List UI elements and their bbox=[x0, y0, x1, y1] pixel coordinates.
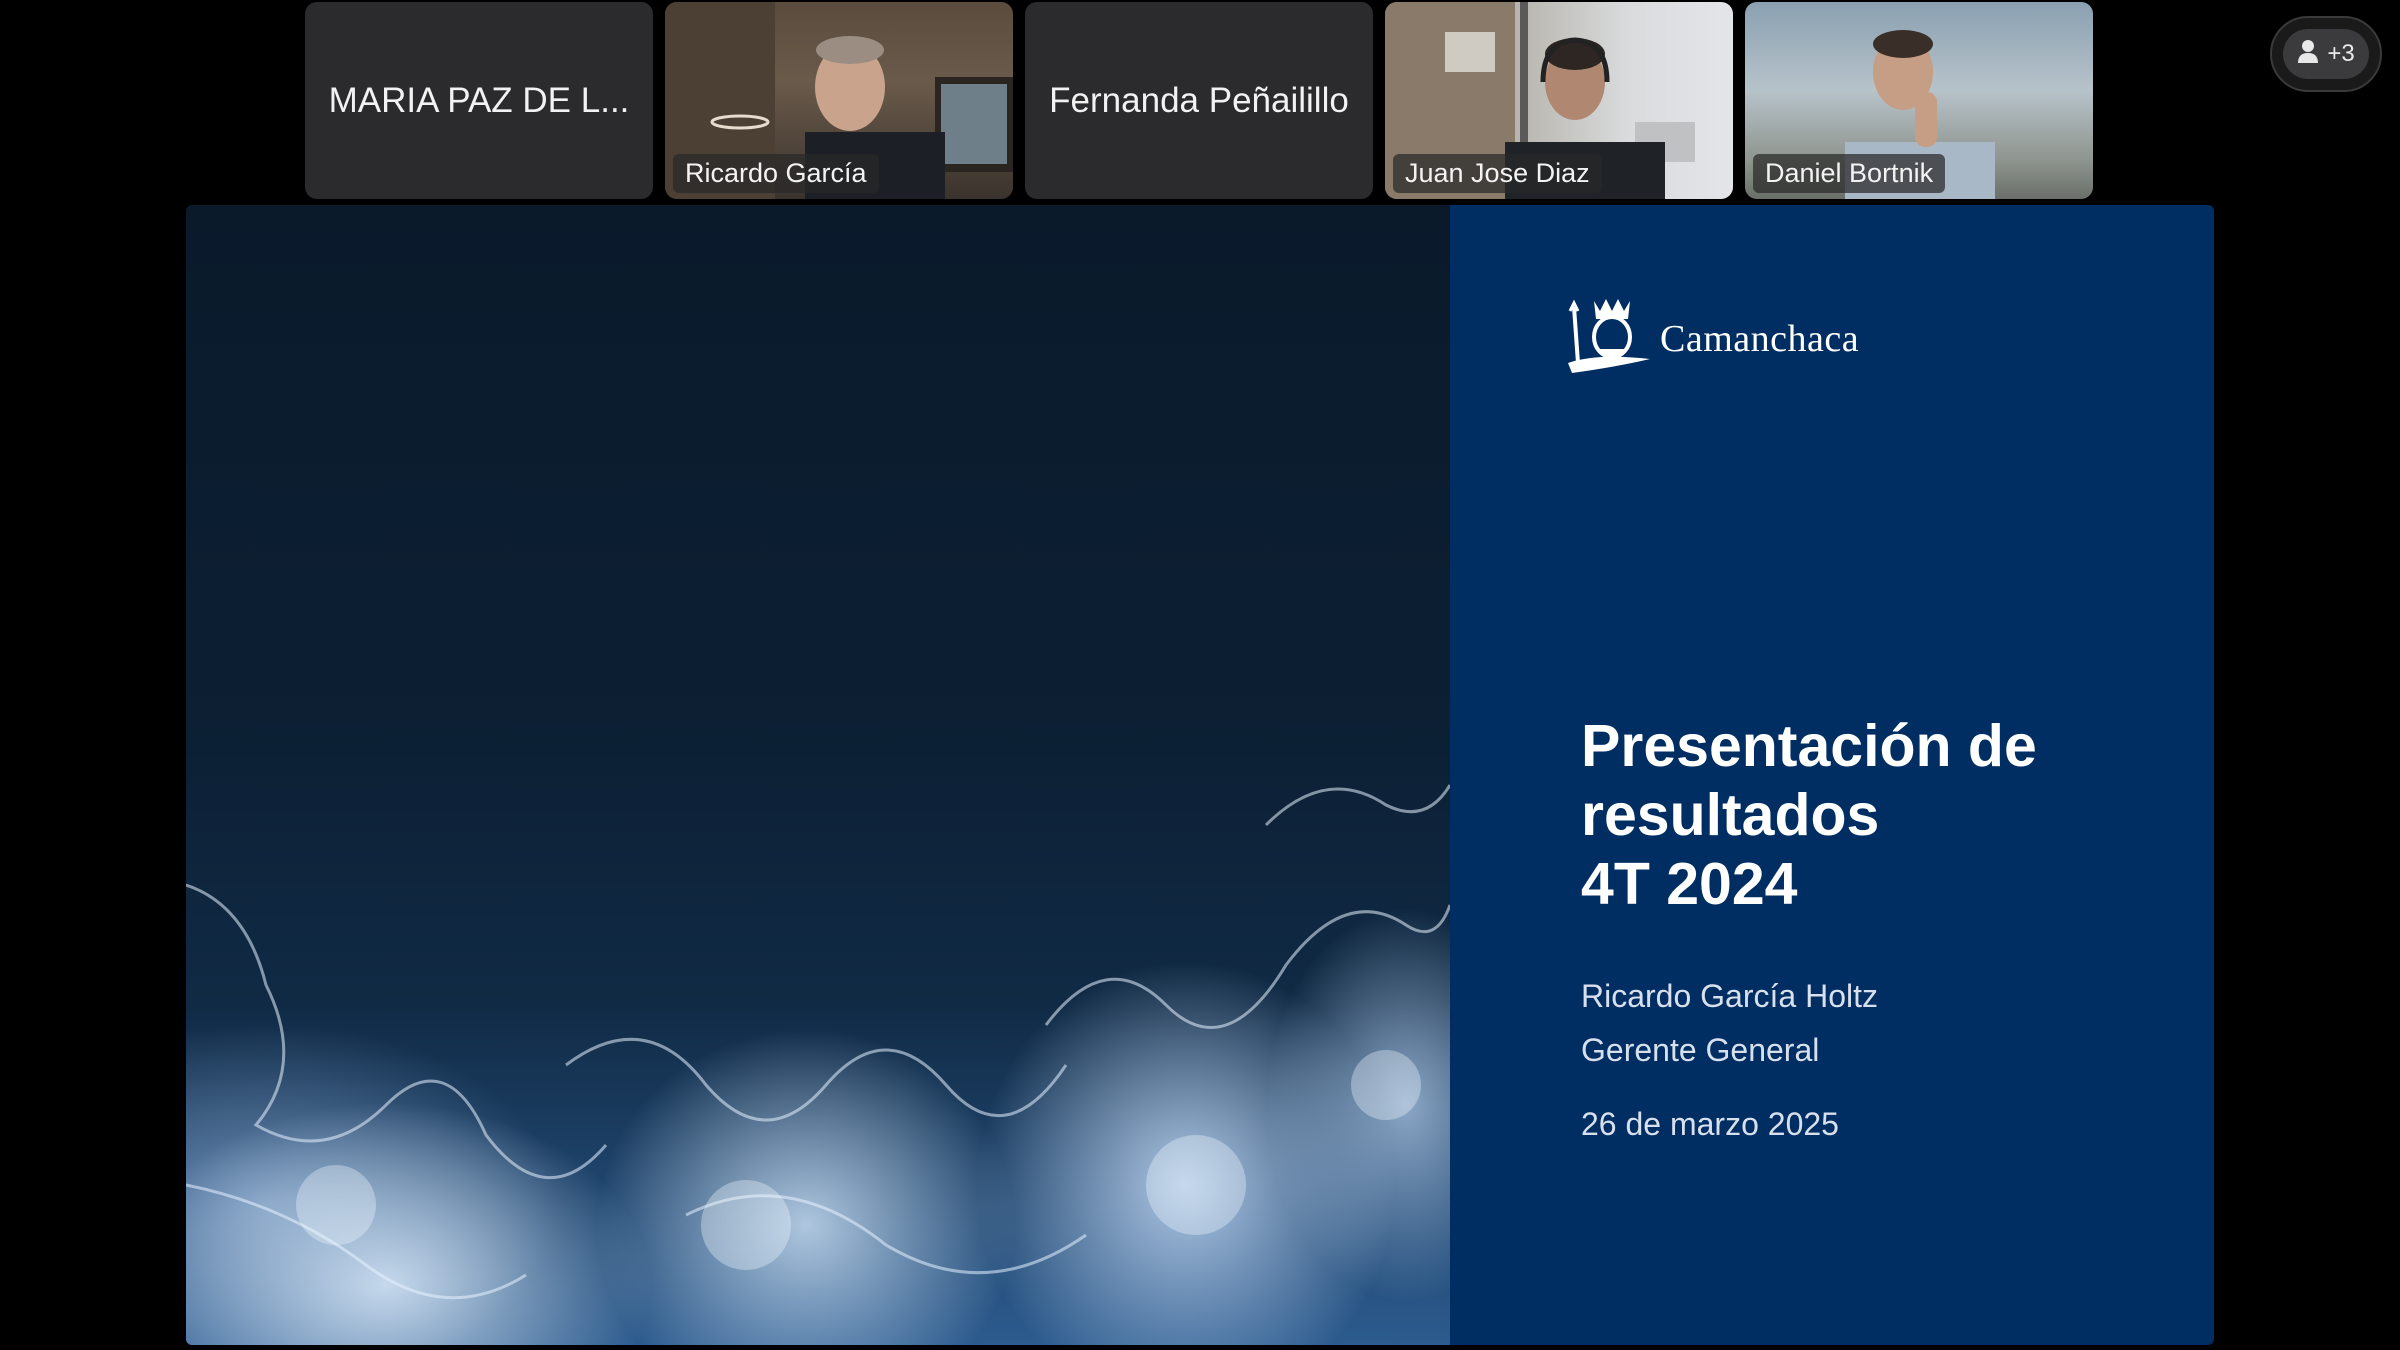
participant-name: Fernanda Peñailillo bbox=[1049, 80, 1349, 120]
camanchaca-logo: Camanchaca bbox=[1566, 293, 1859, 384]
participant-tile-ricardo[interactable]: Ricardo García bbox=[665, 2, 1013, 199]
participant-name: Ricardo García bbox=[673, 154, 879, 193]
slide-title-line: 4T 2024 bbox=[1581, 851, 1798, 917]
participant-tile-maria[interactable]: MARIA PAZ DE L... bbox=[305, 2, 653, 199]
person-icon bbox=[2297, 39, 2319, 70]
presenter-name: Ricardo García Holtz bbox=[1581, 978, 1878, 1014]
camanchaca-crest-icon bbox=[1566, 293, 1652, 384]
participant-tile-daniel[interactable]: Daniel Bortnik bbox=[1745, 2, 2093, 199]
slide-title: Presentación de resultados 4T 2024 bbox=[1581, 712, 2181, 919]
presentation-date: 26 de marzo 2025 bbox=[1581, 1106, 1839, 1142]
logo-text: Camanchaca bbox=[1660, 317, 1860, 360]
more-participants-button[interactable]: +3 bbox=[2270, 16, 2382, 92]
participant-tile-juan[interactable]: Juan Jose Diaz bbox=[1385, 2, 1733, 199]
more-participants-count: +3 bbox=[2327, 40, 2355, 67]
slide-title-line: Presentación de bbox=[1581, 713, 2037, 779]
presenter-role: Gerente General bbox=[1581, 1032, 1820, 1068]
participant-name: MARIA PAZ DE L... bbox=[328, 80, 630, 120]
participant-name: Juan Jose Diaz bbox=[1393, 154, 1602, 193]
slide-title-line: resultados bbox=[1581, 782, 1880, 848]
participant-tile-fernanda[interactable]: Fernanda Peñailillo bbox=[1025, 2, 1373, 199]
participant-name: Daniel Bortnik bbox=[1753, 154, 1946, 193]
ocean-wave-photo bbox=[186, 205, 1450, 1345]
